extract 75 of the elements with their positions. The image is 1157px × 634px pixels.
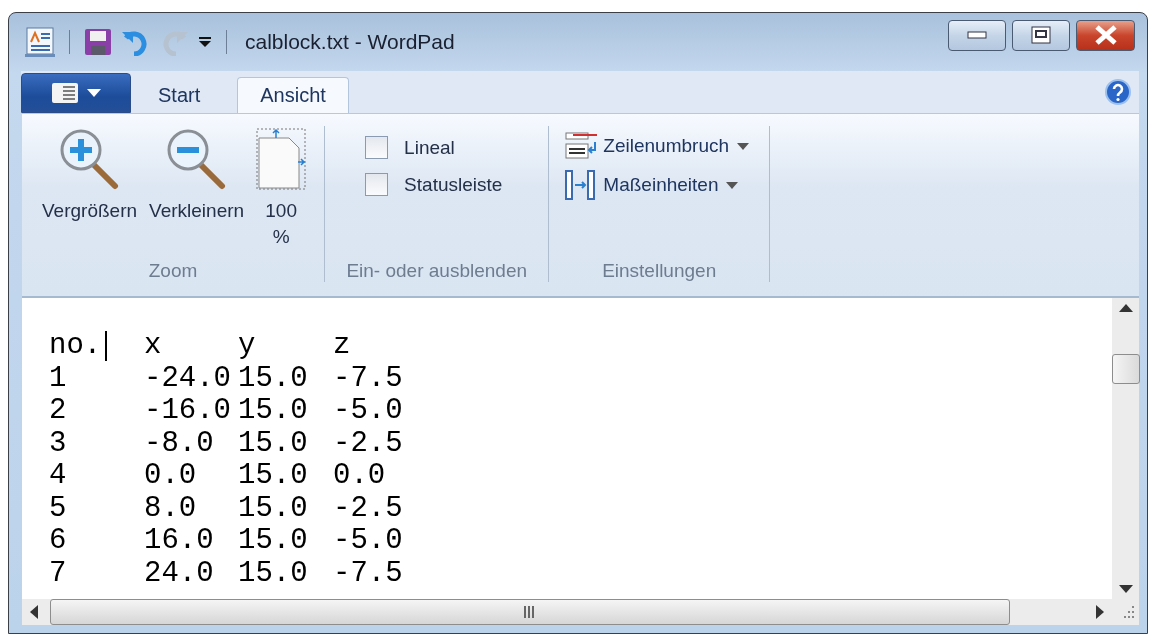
ribbon-group-title: Ein- oder ausblenden [346,260,528,282]
caret-icon [726,181,739,189]
document-text: 1 [49,362,67,395]
save-icon[interactable] [84,28,112,56]
ribbon-tab[interactable]: Start [135,77,224,113]
document-text: -2.5 [333,492,403,525]
vertical-scrollbar[interactable] [1112,298,1139,599]
document-text: 5 [49,492,67,525]
close-button[interactable] [1076,19,1135,51]
document-text: -16.0 [144,395,231,428]
document-text: z [333,330,351,363]
checkbox-label[interactable]: Lineal [365,136,503,159]
document-text: 15.0 [238,427,308,460]
ruler-arrow-icon [565,170,598,200]
word-wrap-icon [565,132,598,160]
document-text: 24.0 [144,557,214,590]
document-text: -7.5 [333,362,403,395]
minimize-button[interactable] [948,19,1006,51]
document-text: 7 [49,557,67,590]
document-text: 15.0 [238,525,308,558]
document-text: 16.0 [144,525,214,558]
document-text: no. [49,330,102,363]
dropdown-button[interactable]: Zeilenumbruch [565,132,749,160]
ribbon-group-title: Einstellungen [602,260,717,282]
app-menu-button[interactable] [21,73,131,113]
close-icon [1093,25,1118,45]
ribbon-group-title: Zoom [148,260,198,282]
zoom-in-button[interactable]: Vergrößern [38,128,142,260]
document-text: -7.5 [333,557,403,590]
document-text: 15.0 [238,557,308,590]
document-icon [51,82,79,104]
document-text: 15.0 [238,362,308,395]
zoom-out-button[interactable]: Verkleinern [145,128,249,260]
window-title: calblock.txt - WordPad [245,30,456,54]
checkbox-label[interactable]: Statusleiste [365,173,503,196]
document-text: 15.0 [238,460,308,493]
checkbox[interactable] [365,173,389,196]
wordpad-icon [25,26,55,58]
dropdown-button[interactable]: Maßeinheiten [565,170,749,200]
zoom-out-icon [165,128,228,190]
document-text: 0.0 [144,460,197,493]
caret-icon [737,142,749,150]
text-cursor [105,331,107,361]
document-text: 4 [49,460,67,493]
document-text: 15.0 [238,395,308,428]
document-text: 2 [49,395,67,428]
document-text: x [144,330,162,363]
document-text: 6 [49,525,67,558]
zoom-100-button[interactable]: 100 % [252,128,311,260]
document-text: 0.0 [333,460,386,493]
ribbon-tab[interactable]: Ansicht [237,77,349,113]
customize-dropdown-icon[interactable] [198,36,212,48]
minimize-icon [967,31,987,39]
help-icon[interactable] [1105,79,1131,105]
scroll-down-icon[interactable] [1118,585,1133,593]
scroll-right-icon[interactable] [1096,605,1104,619]
document-text: -8.0 [144,427,214,460]
zoom-in-icon [58,128,121,190]
grip-icon [523,606,537,618]
document-text: -2.5 [333,427,403,460]
document-text: 8.0 [144,492,197,525]
checkbox[interactable] [365,136,389,159]
document-text: y [238,330,256,363]
document-text: -24.0 [144,362,231,395]
document-text: 3 [49,427,67,460]
caret-icon [87,89,101,97]
document-text: -5.0 [333,525,403,558]
maximize-button[interactable] [1012,19,1070,51]
document-text: 15.0 [238,492,308,525]
scroll-thumb[interactable] [1111,353,1140,384]
page-icon [256,128,307,190]
scroll-up-icon[interactable] [1118,304,1133,312]
document-text: -5.0 [333,395,403,428]
maximize-icon [1031,26,1051,44]
scroll-left-icon[interactable] [30,605,38,619]
